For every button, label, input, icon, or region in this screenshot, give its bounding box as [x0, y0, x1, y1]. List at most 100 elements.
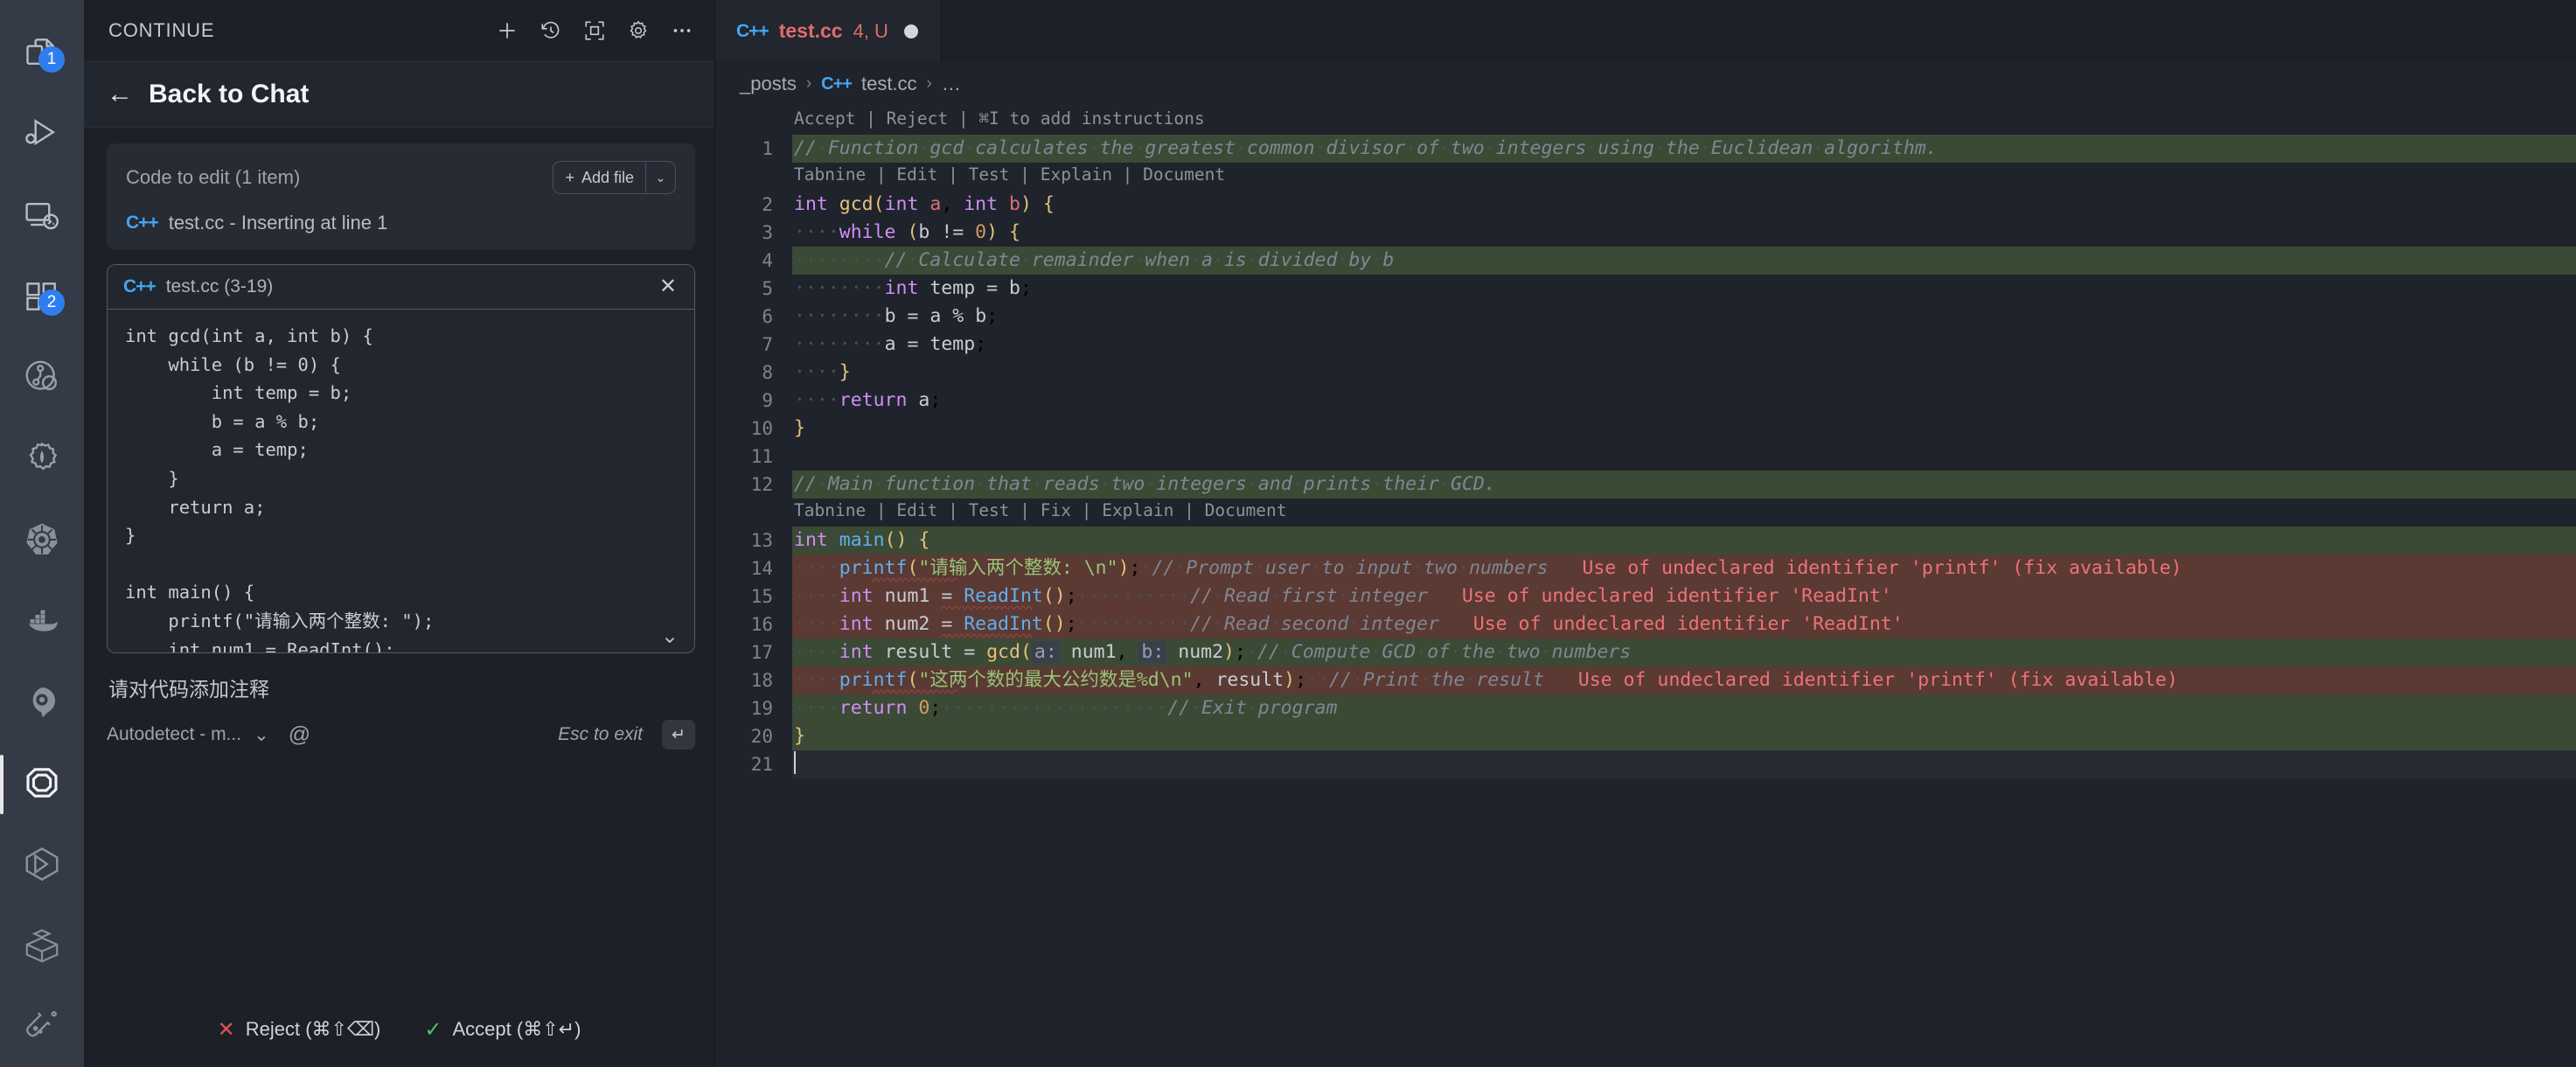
explorer-icon[interactable]: 1: [0, 12, 84, 94]
line-content[interactable]: [792, 750, 2576, 778]
accept-button[interactable]: ✓ Accept (⌘⇧↵): [424, 1017, 581, 1043]
code-line-7[interactable]: 7 ········a = temp;: [715, 331, 2576, 359]
line-content[interactable]: ····int num2 = ReadInt();··········//·Re…: [792, 610, 2576, 638]
line-content[interactable]: ········b = a % b;: [792, 303, 2576, 331]
code-snippet-body: int gcd(int a, int b) { while (b != 0) {…: [108, 310, 694, 652]
breadcrumb-item-folder[interactable]: _posts: [740, 73, 797, 95]
add-file-button[interactable]: + Add file ⌄: [553, 161, 676, 194]
tabnine-icon[interactable]: [0, 661, 84, 743]
chevron-down-icon[interactable]: ⌄: [645, 162, 675, 193]
at-mention-icon[interactable]: @: [289, 722, 310, 748]
history-icon[interactable]: [538, 17, 564, 44]
code-line-16[interactable]: 16 ····int num2 = ReadInt();··········//…: [715, 610, 2576, 638]
code-line-17[interactable]: 17 ····int result = gcd(a: num1, b: num2…: [715, 638, 2576, 666]
line-number: 16: [750, 614, 773, 635]
code-line-10[interactable]: 10 }: [715, 415, 2576, 443]
line-content[interactable]: ····while (b != 0) {: [792, 219, 2576, 247]
line-content[interactable]: ····return a;: [792, 387, 2576, 415]
code-line-11[interactable]: 11: [715, 443, 2576, 471]
tab-test-cc[interactable]: C++ test.cc 4, U: [715, 0, 942, 61]
code-line-14[interactable]: 14 ····printf("请输入两个整数: \n");·//·Prompt·…: [715, 554, 2576, 582]
line-number: 6: [762, 306, 773, 327]
code-line-6[interactable]: 6 ········b = a % b;: [715, 303, 2576, 331]
line-content[interactable]: ····return 0;····················//·Exit…: [792, 694, 2576, 722]
codelens-row-2[interactable]: Tabnine | Edit | Test | Fix | Explain | …: [715, 499, 2576, 527]
line-content[interactable]: ········//·Calculate·remainder·when·a·is…: [792, 247, 2576, 275]
line-content[interactable]: ········a = temp;: [792, 331, 2576, 359]
edit-file-row[interactable]: C++ test.cc - Inserting at line 1: [126, 212, 676, 234]
line-content[interactable]: int main() {: [792, 527, 2576, 554]
line-number: 10: [750, 418, 773, 439]
enter-key-button[interactable]: ↵: [662, 720, 695, 750]
line-number: 2: [762, 194, 773, 215]
code-line-19[interactable]: 19 ····return 0;····················//·E…: [715, 694, 2576, 722]
code-snippet-title: test.cc (3-19): [165, 276, 274, 296]
cube-icon[interactable]: [0, 824, 84, 905]
code-line-2[interactable]: 2 int gcd(int a, int b) {: [715, 191, 2576, 219]
code-line-5[interactable]: 5 ········int temp = b;: [715, 275, 2576, 303]
kubernetes-icon[interactable]: [0, 499, 84, 581]
beaker-icon[interactable]: [0, 986, 84, 1067]
line-content[interactable]: }: [792, 722, 2576, 750]
codelens-row-1[interactable]: Tabnine | Edit | Test | Explain | Docume…: [715, 163, 2576, 191]
check-icon: ✓: [424, 1017, 442, 1042]
tab-bar: C++ test.cc 4, U: [715, 0, 2576, 61]
extensions-icon[interactable]: 2: [0, 255, 84, 337]
diagnostic-message: Use of undeclared identifier 'printf' (f…: [1582, 557, 2183, 579]
code-line-3[interactable]: 3 ····while (b != 0) {: [715, 219, 2576, 247]
settings-gear-icon[interactable]: [0, 418, 84, 499]
line-number: 20: [750, 726, 773, 747]
line-content[interactable]: ····printf("请输入两个整数: \n");·//·Prompt·use…: [792, 554, 2576, 582]
docker-icon[interactable]: [0, 580, 84, 661]
close-icon: ✕: [217, 1017, 235, 1042]
line-content[interactable]: ········int temp = b;: [792, 275, 2576, 303]
back-to-chat-button[interactable]: ← Back to Chat: [84, 61, 714, 128]
run-debug-icon[interactable]: [0, 94, 84, 175]
model-select[interactable]: Autodetect - m... ⌄: [107, 724, 269, 746]
close-icon[interactable]: ✕: [659, 276, 680, 297]
more-icon[interactable]: [669, 17, 695, 44]
line-content[interactable]: int gcd(int a, int b) {: [792, 191, 2576, 219]
reject-button[interactable]: ✕ Reject (⌘⇧⌫): [218, 1017, 381, 1043]
gear-icon[interactable]: [625, 17, 651, 44]
code-line-12[interactable]: 12 //·Main·function·that·reads·two·integ…: [715, 471, 2576, 499]
code-line-15[interactable]: 15 ····int num1 = ReadInt();··········//…: [715, 582, 2576, 610]
unsaved-dot-icon[interactable]: [903, 24, 918, 38]
code-line-13[interactable]: 13 int main() {: [715, 527, 2576, 554]
line-content[interactable]: //·Function·gcd·calculates·the·greatest·…: [792, 135, 2576, 163]
code-line-21[interactable]: 21: [715, 750, 2576, 778]
test-explorer-icon[interactable]: [0, 337, 84, 418]
package-icon[interactable]: [0, 904, 84, 986]
code-line-4[interactable]: 4 ········//·Calculate·remainder·when·a·…: [715, 247, 2576, 275]
inline-actions-label[interactable]: Accept | Reject | ⌘I to add instructions: [792, 107, 2576, 131]
codelens-label[interactable]: Tabnine | Edit | Test | Explain | Docume…: [792, 163, 2576, 187]
remote-explorer-icon[interactable]: [0, 175, 84, 256]
inline-diff-actions[interactable]: Accept | Reject | ⌘I to add instructions: [715, 107, 2576, 135]
code-editor[interactable]: Accept | Reject | ⌘I to add instructions…: [715, 107, 2576, 1067]
code-line-20[interactable]: 20 }: [715, 722, 2576, 750]
breadcrumb-item-file[interactable]: test.cc: [861, 73, 917, 95]
line-content[interactable]: ····printf("这两个数的最大公约数是%d\n", result);··…: [792, 666, 2576, 694]
line-content[interactable]: [792, 443, 2576, 471]
code-line-9[interactable]: 9 ····return a;: [715, 387, 2576, 415]
code-to-edit-header: Code to edit (1 item) + Add file ⌄: [126, 161, 676, 194]
line-content[interactable]: ····int result = gcd(a: num1, b: num2);·…: [792, 638, 2576, 666]
line-number: 13: [750, 530, 773, 551]
new-session-icon[interactable]: [494, 17, 520, 44]
line-content[interactable]: //·Main·function·that·reads·two·integers…: [792, 471, 2576, 499]
codelens-label[interactable]: Tabnine | Edit | Test | Fix | Explain | …: [792, 499, 2576, 523]
line-content[interactable]: ····}: [792, 359, 2576, 387]
code-snippet-header: C++ test.cc (3-19) ✕: [108, 265, 694, 310]
reject-label: Reject (⌘⇧⌫): [245, 1018, 381, 1040]
fullscreen-icon[interactable]: [581, 17, 608, 44]
prompt-input[interactable]: 请对代码添加注释: [107, 673, 695, 702]
code-line-18[interactable]: 18 ····printf("这两个数的最大公约数是%d\n", result)…: [715, 666, 2576, 694]
line-content[interactable]: ····int num1 = ReadInt();··········//·Re…: [792, 582, 2576, 610]
continue-icon[interactable]: [0, 743, 84, 824]
breadcrumb-item-symbol[interactable]: …: [942, 73, 961, 95]
line-content[interactable]: }: [792, 415, 2576, 443]
add-file-main[interactable]: + Add file: [553, 162, 645, 193]
code-line-1[interactable]: 1 //·Function·gcd·calculates·the·greates…: [715, 135, 2576, 163]
code-line-8[interactable]: 8 ····}: [715, 359, 2576, 387]
chevron-down-icon[interactable]: ⌄: [661, 624, 679, 649]
